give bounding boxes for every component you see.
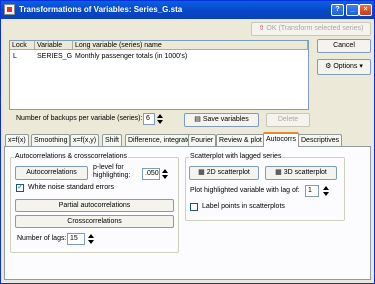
col-header-variable[interactable]: Variable [35,41,73,50]
scatter-2d-button[interactable]: ▦ 2D scatterplot [189,166,259,180]
scatter-2d-label: 2D scatterplot [206,169,250,176]
window-title: Transformations of Variables: Series_G.s… [19,5,183,14]
plevel-input[interactable]: .050 [142,168,160,180]
ok-button[interactable]: ⇧ OK (Transform selected series) [251,22,371,36]
title-bar[interactable]: Transformations of Variables: Series_G.s… [1,1,374,19]
backups-input[interactable]: 6 [143,113,155,125]
tab-review-plot[interactable]: Review & plot [216,134,265,146]
tab-descriptives[interactable]: Descriptives [298,134,343,146]
autocorrelations-button[interactable]: Autocorrelations [15,166,88,180]
scatter-3d-button[interactable]: ▦ 3D scatterplot [265,166,337,180]
row-variable[interactable]: SERIES_G [37,52,72,61]
scatter-3d-label: 3D scatterplot [283,169,327,176]
cancel-button[interactable]: Cancel [317,39,371,53]
label-points-label: Label points in scatterplots [202,203,285,210]
close-icon[interactable]: × [359,4,372,16]
options-icon: ⚙ [325,63,332,70]
white-noise-checkbox[interactable] [16,182,24,192]
lag-spinner[interactable] [323,185,329,197]
ok-label: OK (Transform selected series) [266,25,364,32]
chevron-down-icon: ▾ [359,63,363,70]
save-variables-button[interactable]: ▤ Save variables [184,113,259,127]
autocorrelations-group-label: Autocorrelations & crosscorrelations [14,153,129,160]
lag-label: Plot highlighted variable with lag of: [190,187,300,194]
tab-fourier[interactable]: Fourier [188,134,217,146]
variables-table[interactable]: Lock Variable Long variable (series) nam… [9,40,309,110]
autocorrs-tab-panel: Autocorrelations & crosscorrelations Aut… [4,146,371,280]
backups-label: Number of backups per variable (series): [16,115,143,122]
partial-autocorrelations-button[interactable]: Partial autocorrelations [15,199,174,212]
plevel-spinner[interactable] [162,168,168,180]
crosscorrelations-button[interactable]: Crosscorrelations [15,215,174,228]
white-noise-label: White noise standard errors [28,184,114,191]
scatter-2d-icon: ▦ [198,169,205,176]
row-lock[interactable]: L [13,52,17,61]
col-header-long-name[interactable]: Long variable (series) name [73,41,308,50]
tab-shift[interactable]: Shift [102,134,123,146]
tab-autocorrs[interactable]: Autocorrs [263,132,299,147]
tab-x-fx[interactable]: x=f(x) [5,134,29,146]
delete-button[interactable]: Delete [266,113,310,127]
help-icon[interactable]: ? [331,4,344,16]
tab-difference-integrate[interactable]: Difference, integrate [125,134,194,146]
row-long-name[interactable]: Monthly passenger totals (in 1000's) [75,52,187,61]
minimize-icon[interactable]: _ [346,4,359,16]
statistica-app-icon [4,4,15,15]
options-label: Options [333,63,358,70]
dialog-window: Transformations of Variables: Series_G.s… [0,0,375,284]
ok-arrow-icon: ⇧ [258,25,265,32]
lag-input[interactable]: 1 [305,185,319,197]
backups-spinner[interactable] [157,113,163,125]
save-icon: ▤ [194,116,201,123]
options-button[interactable]: ⚙ Options ▾ [317,59,371,75]
tab-smoothing[interactable]: Smoothing [31,134,71,146]
save-variables-label: Save variables [202,116,249,123]
tab-x-fxy[interactable]: x=f(x,y) [70,134,100,146]
label-points-checkbox[interactable] [190,203,198,211]
scatter-3d-icon: ▦ [275,169,282,176]
lags-label: Number of lags: [17,235,67,242]
lags-spinner[interactable] [88,233,94,245]
scatterplot-group-label: Scatterplot with lagged series [189,153,283,160]
col-header-lock[interactable]: Lock [10,41,35,50]
lags-input[interactable]: 15 [67,233,85,245]
plevel-label: p-level for highlighting: [93,164,131,179]
